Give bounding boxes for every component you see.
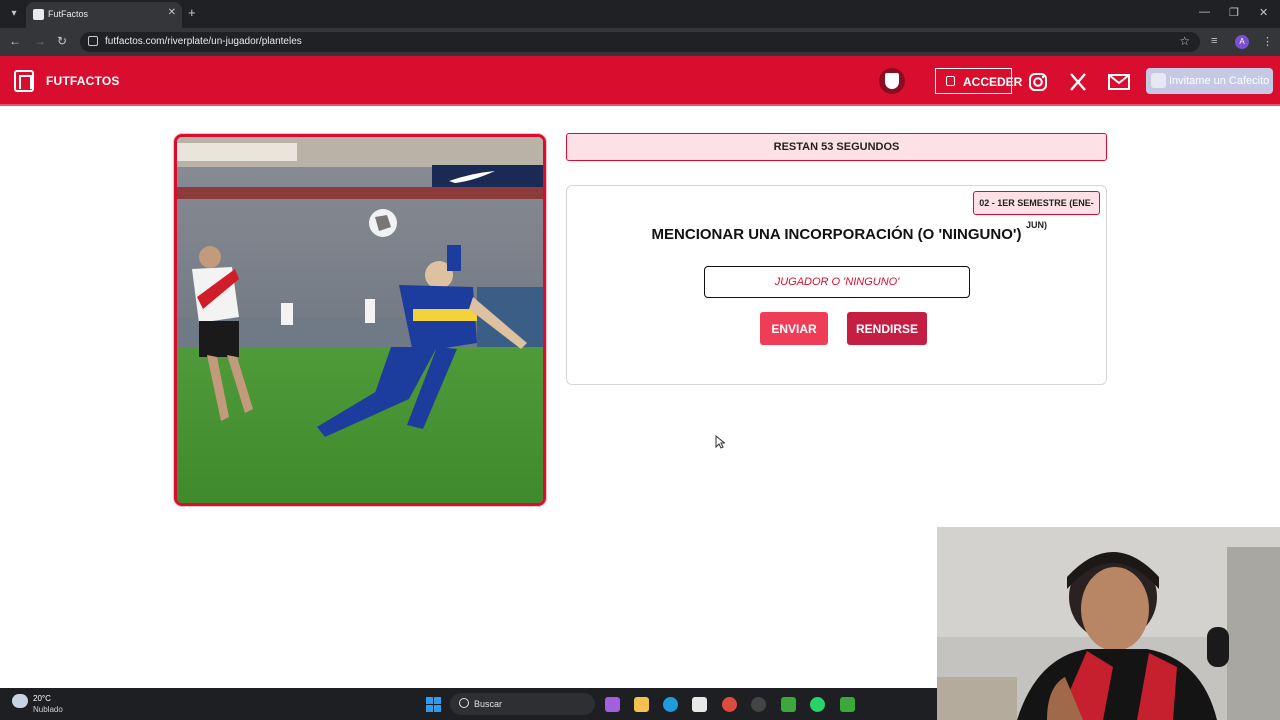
- question-card: 02 - 1ER SEMESTRE (ENE-JUN) MENCIONAR UN…: [566, 185, 1107, 385]
- taskbar-search[interactable]: Buscar: [450, 693, 595, 715]
- new-tab-icon[interactable]: +: [188, 5, 196, 20]
- tab-close-icon[interactable]: ✕: [168, 7, 176, 18]
- back-icon[interactable]: ←: [9, 34, 21, 48]
- send-button[interactable]: ENVIAR: [760, 312, 828, 345]
- weather-description[interactable]: Nublado: [33, 705, 63, 714]
- futfactos-logo-icon[interactable]: [14, 70, 34, 92]
- taskbar-search-label: Buscar: [474, 699, 503, 709]
- player-photo-frame: [174, 134, 546, 506]
- player-photo: [177, 137, 543, 503]
- cafecito-button[interactable]: Invitame un Cafecito: [1146, 68, 1273, 94]
- login-button-label: ACCEDER: [963, 75, 1023, 89]
- browser-tab[interactable]: FutFactos ✕: [26, 2, 182, 28]
- countdown-timer: RESTAN 53 SEGUNDOS: [566, 133, 1107, 161]
- season-badge: 02 - 1ER SEMESTRE (ENE-JUN): [973, 191, 1100, 230]
- store-icon[interactable]: [692, 697, 707, 712]
- profile-avatar[interactable]: A: [1235, 35, 1249, 49]
- tab-search-icon[interactable]: ▾: [6, 6, 22, 22]
- brand-name[interactable]: FUTFACTOS: [46, 74, 120, 88]
- browser-tab-bar: ▾ FutFactos ✕ + — ❐ ✕: [0, 0, 1280, 28]
- x-twitter-icon[interactable]: [1068, 72, 1088, 92]
- question-text: MENCIONAR UNA INCORPORACIÓN (O 'NINGUNO'…: [651, 226, 1022, 243]
- favicon-icon: [33, 9, 44, 20]
- reload-icon[interactable]: ↻: [57, 34, 67, 48]
- address-bar[interactable]: futfactos.com/riverplate/un-jugador/plan…: [80, 32, 1200, 52]
- lock-icon: [946, 76, 955, 86]
- copilot-icon[interactable]: [605, 697, 620, 712]
- login-button[interactable]: ACCEDER: [935, 68, 1022, 94]
- whatsapp-icon[interactable]: [810, 697, 825, 712]
- windows-start-icon[interactable]: [426, 697, 441, 712]
- xbox-game-bar-icon[interactable]: [840, 697, 855, 712]
- tab-title: FutFactos: [48, 9, 89, 19]
- forward-icon[interactable]: →: [34, 34, 46, 48]
- bookmark-star-icon[interactable]: ☆: [1179, 34, 1190, 48]
- search-icon: [459, 698, 469, 708]
- cafecito-label: Invitame un Cafecito: [1169, 75, 1270, 87]
- site-info-icon[interactable]: [88, 36, 98, 46]
- site-header: FUTFACTOS ACCEDER Invitame un Cafecito: [0, 56, 1280, 106]
- instagram-icon[interactable]: [1028, 72, 1048, 92]
- media-control-icon[interactable]: ≡: [1211, 35, 1217, 47]
- chrome-icon[interactable]: [722, 697, 737, 712]
- coffee-cup-icon: [1151, 73, 1166, 88]
- browser-menu-icon[interactable]: ⋮: [1262, 35, 1273, 48]
- river-plate-crest-icon[interactable]: [879, 68, 905, 94]
- edge-icon[interactable]: [663, 697, 678, 712]
- windows-taskbar: 20°C Nublado Buscar: [0, 688, 937, 720]
- webcam-overlay: [937, 527, 1280, 720]
- xbox-icon[interactable]: [781, 697, 796, 712]
- url-text[interactable]: futfactos.com/riverplate/un-jugador/plan…: [105, 36, 302, 47]
- minimize-icon[interactable]: —: [1199, 6, 1210, 18]
- obs-icon[interactable]: [751, 697, 766, 712]
- file-explorer-icon[interactable]: [634, 697, 649, 712]
- answer-input[interactable]: [704, 266, 970, 298]
- weather-cloud-icon[interactable]: [12, 694, 28, 708]
- restore-icon[interactable]: ❐: [1229, 6, 1239, 19]
- mouse-cursor-icon: [715, 435, 725, 449]
- weather-temperature[interactable]: 20°C: [33, 694, 51, 703]
- email-icon[interactable]: [1108, 72, 1130, 92]
- give-up-button[interactable]: RENDIRSE: [847, 312, 927, 345]
- browser-toolbar: ← → ↻ futfactos.com/riverplate/un-jugado…: [0, 28, 1280, 56]
- close-window-icon[interactable]: ✕: [1259, 6, 1268, 19]
